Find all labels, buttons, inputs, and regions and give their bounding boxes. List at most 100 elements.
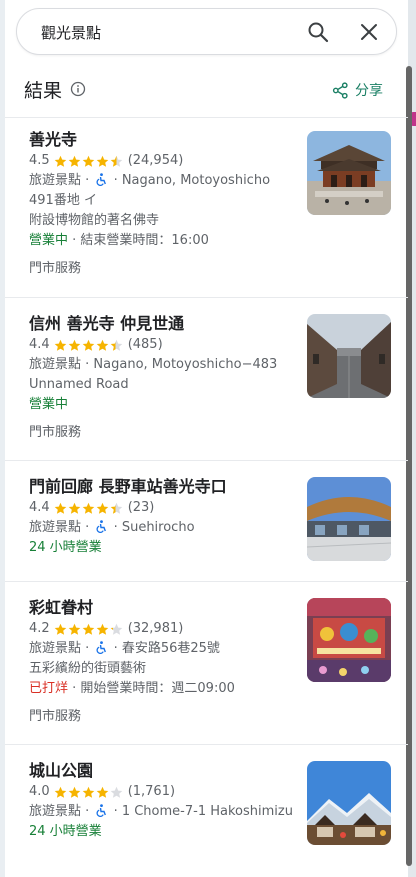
star-icon	[54, 339, 66, 351]
star-rating	[54, 623, 124, 636]
star-icon	[82, 786, 94, 798]
review-count[interactable]: (32,981)	[128, 619, 184, 639]
service-option: 門市服務	[29, 425, 82, 440]
share-icon	[332, 81, 348, 99]
category: 旅遊景點	[29, 173, 82, 188]
result-card[interactable]: 彩虹眷村 4.2 (32,981) 旅遊景點 · · 春安路56巷25號 五彩繽…	[5, 581, 408, 744]
star-icon	[110, 502, 122, 514]
wheelchair-icon	[96, 520, 107, 533]
rating-row: 4.0 (1,761)	[29, 782, 299, 802]
star-icon	[82, 502, 94, 514]
star-icon	[96, 786, 108, 798]
star-icon	[82, 155, 94, 167]
star-icon	[68, 155, 80, 167]
hours-line: 24 小時營業	[29, 538, 299, 558]
service-option: 門市服務	[29, 261, 82, 276]
star-rating	[54, 339, 124, 352]
category-line: 旅遊景點 · · 春安路56巷25號	[29, 641, 220, 656]
star-icon	[96, 502, 108, 514]
results-title: 結果	[24, 79, 63, 102]
review-count[interactable]: (23)	[128, 498, 155, 518]
rating-row: 4.4 (485)	[29, 335, 299, 355]
review-count[interactable]: (24,954)	[128, 151, 184, 171]
rating-value: 4.0	[29, 784, 50, 799]
rating-value: 4.2	[29, 621, 50, 636]
star-rating	[54, 502, 124, 515]
rating-row: 4.2 (32,981)	[29, 619, 299, 639]
place-name[interactable]: 門前回廊 長野車站善光寺口	[29, 476, 299, 498]
star-icon	[82, 339, 94, 351]
star-rating	[54, 155, 124, 168]
star-icon	[96, 155, 108, 167]
category: 旅遊景點	[29, 641, 82, 656]
review-count[interactable]: (485)	[128, 335, 163, 355]
place-name[interactable]: 善光寺	[29, 129, 299, 151]
star-icon	[68, 502, 80, 514]
address: · Nagano, Motoyoshicho	[113, 173, 271, 188]
rating-value: 4.4	[29, 337, 50, 352]
star-icon	[54, 623, 66, 635]
category-line: 旅遊景點 · Nagano, Motoyoshicho−483	[29, 355, 299, 375]
share-button[interactable]: 分享	[332, 80, 383, 100]
star-rating	[54, 786, 124, 799]
category: 旅遊景點	[29, 804, 82, 819]
category-line: 旅遊景點 · · Suehirocho	[29, 520, 195, 535]
wheelchair-icon	[96, 641, 107, 654]
address: · 1 Chome-7-1 Hakoshimizu	[113, 804, 293, 819]
wheelchair-icon	[96, 804, 107, 817]
category-line: 旅遊景點 · · 1 Chome-7-1 Hakoshimizu	[29, 804, 293, 819]
result-card[interactable]: 門前回廊 長野車站善光寺口 4.4 (23) 旅遊景點 · · Suehiroc…	[5, 460, 408, 581]
open-status: 營業中	[29, 397, 69, 412]
place-photo[interactable]	[307, 477, 391, 561]
hours-detail: · 開始營業時間：週二09:00	[68, 681, 235, 696]
address: · 春安路56巷25號	[113, 641, 220, 656]
star-icon	[68, 786, 80, 798]
info-icon[interactable]	[70, 81, 86, 97]
open-status: 營業中	[29, 233, 69, 248]
result-card[interactable]: 城山公園 4.0 (1,761) 旅遊景點 · · 1 Chome-7-1 Ha…	[5, 744, 408, 864]
result-card[interactable]: 善光寺 4.5 (24,954) 旅遊景點 · · Nagano, Motoyo…	[5, 117, 408, 297]
description: 五彩繽紛的街頭藝術	[29, 661, 147, 676]
results-header: 結果	[24, 75, 86, 103]
rating-value: 4.5	[29, 153, 50, 168]
star-icon	[96, 623, 108, 635]
place-photo[interactable]	[307, 314, 391, 398]
rating-row: 4.4 (23)	[29, 498, 299, 518]
place-photo[interactable]	[307, 598, 391, 682]
service-option: 門市服務	[29, 709, 82, 724]
star-icon	[54, 502, 66, 514]
place-name[interactable]: 信州 善光寺 仲見世通	[29, 313, 299, 335]
closed-status: 已打烊	[29, 681, 69, 696]
result-card[interactable]: 信州 善光寺 仲見世通 4.4 (485) 旅遊景點 · Nagano, Mot…	[5, 297, 408, 460]
review-count[interactable]: (1,761)	[128, 782, 175, 802]
star-icon	[54, 786, 66, 798]
description: 附設博物館的著名佛寺	[29, 213, 160, 228]
star-icon	[110, 339, 122, 351]
star-icon	[110, 155, 122, 167]
open-status: 24 小時營業	[29, 540, 102, 555]
star-icon	[96, 339, 108, 351]
hours-line: 營業中	[29, 395, 299, 415]
search-icon[interactable]	[306, 20, 330, 44]
place-name[interactable]: 城山公園	[29, 760, 299, 782]
search-box[interactable]	[16, 8, 397, 55]
star-icon	[82, 623, 94, 635]
star-icon	[68, 623, 80, 635]
address-line-2: 491番地 イ	[29, 193, 97, 208]
search-input[interactable]	[41, 21, 281, 43]
place-name[interactable]: 彩虹眷村	[29, 597, 299, 619]
place-photo[interactable]	[307, 761, 391, 845]
star-icon	[110, 623, 122, 635]
address-line-2: Unnamed Road	[29, 377, 129, 392]
address: · Suehirocho	[113, 520, 195, 535]
share-label: 分享	[355, 83, 383, 99]
address: · Nagano, Motoyoshicho−483	[85, 357, 278, 372]
hours-detail: · 結束營業時間：16:00	[68, 233, 209, 248]
open-status: 24 小時營業	[29, 824, 102, 839]
category: 旅遊景點	[29, 520, 82, 535]
close-icon[interactable]	[357, 20, 381, 44]
star-icon	[54, 155, 66, 167]
category-line: 旅遊景點 · · Nagano, Motoyoshicho	[29, 173, 271, 188]
place-photo[interactable]	[307, 131, 391, 215]
star-icon	[68, 339, 80, 351]
